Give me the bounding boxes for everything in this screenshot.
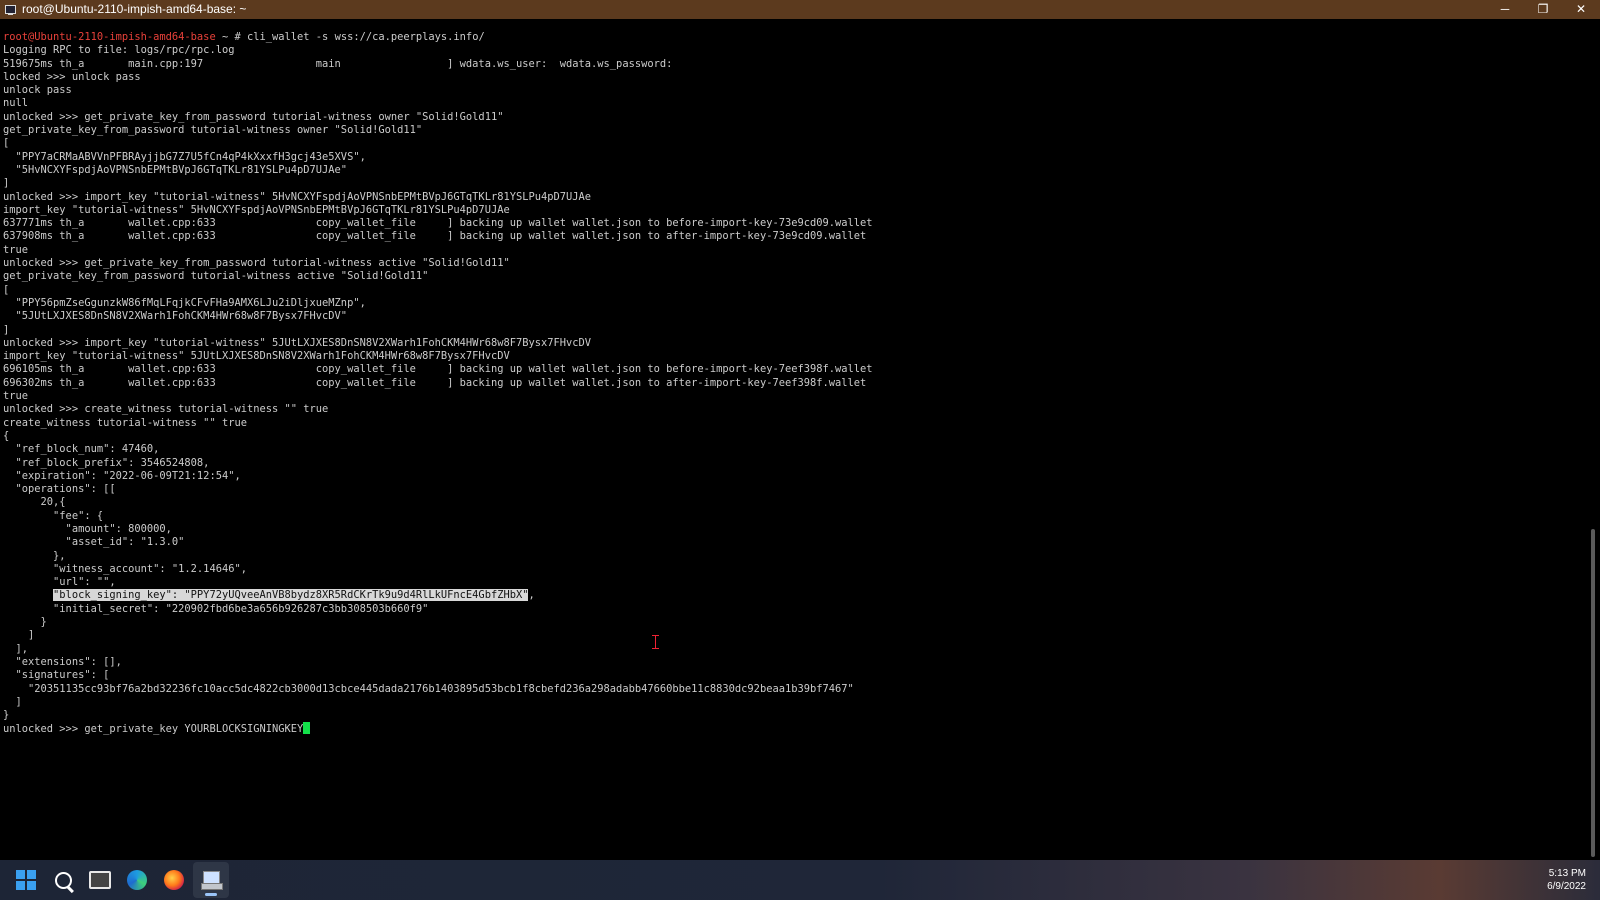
terminal-line: "operations": [[ [3, 483, 116, 496]
window-title: root@Ubuntu-2110-impish-amd64-base: ~ [22, 2, 247, 16]
current-command: unlocked >>> get_private_key YOURBLOCKSI… [3, 723, 304, 736]
terminal-line: ] [3, 629, 35, 642]
restore-button[interactable]: ❐ [1524, 0, 1562, 19]
search-icon[interactable] [45, 862, 81, 898]
terminal-scrollbar[interactable] [1586, 19, 1600, 860]
terminal-line: "asset_id": "1.3.0" [3, 536, 185, 549]
terminal-line: unlocked >>> get_private_key_from_passwo… [3, 257, 510, 270]
close-button[interactable]: ✕ [1562, 0, 1600, 19]
terminal-current-input-line[interactable]: unlocked >>> get_private_key YOURBLOCKSI… [3, 722, 873, 735]
terminal-line: 20,{ [3, 496, 66, 509]
prompt-command: cli_wallet -s wss://ca.peerplays.info/ [246, 31, 485, 43]
terminal-lines: root@Ubuntu-2110-impish-amd64-base ~ # c… [3, 31, 873, 736]
terminal-line: 696105ms th_a wallet.cpp:633 copy_wallet… [3, 363, 873, 376]
prompt-user-host: root@Ubuntu-2110-impish-amd64-base [3, 31, 216, 43]
terminal-output[interactable]: root@Ubuntu-2110-impish-amd64-base ~ # c… [0, 19, 1586, 860]
windows-start-icon[interactable] [8, 862, 44, 898]
clock-time: 5:13 PM [1548, 868, 1586, 879]
terminal-line: "5HvNCXYFspdjAoVPNSnbEPMtBVpJ6GTqTKLr81Y… [3, 163, 348, 176]
edge-icon[interactable] [119, 862, 155, 898]
selected-text[interactable]: "block_signing_key": "PPY72yUQveeAnVB8by… [53, 589, 529, 602]
terminal-line: import_key "tutorial-witness" 5JUtLXJXES… [3, 350, 510, 363]
terminal-line: ] [3, 323, 10, 336]
scrollbar-thumb[interactable] [1591, 529, 1595, 857]
terminal-line: "PPY7aCRMaABVVnPFBRAyjjbG7Z7U5fCn4qP4kXx… [3, 150, 366, 163]
terminal-line: unlocked >>> get_private_key_from_passwo… [3, 110, 504, 123]
terminal-line: ] [3, 695, 22, 708]
task-view-icon[interactable] [82, 862, 118, 898]
minimize-button[interactable]: ─ [1486, 0, 1524, 19]
mouse-ibeam-cursor [651, 635, 660, 649]
taskbar: 5:13 PM 6/9/2022 [0, 860, 1600, 900]
terminal-app-icon [4, 4, 16, 16]
putty-icon[interactable] [193, 862, 229, 898]
terminal-line: unlock pass [3, 84, 72, 97]
terminal-line: 696302ms th_a wallet.cpp:633 copy_wallet… [3, 376, 867, 389]
terminal-line: null [3, 97, 29, 110]
terminal-line: 637771ms th_a wallet.cpp:633 copy_wallet… [3, 217, 873, 230]
terminal-line: "extensions": [], [3, 655, 122, 668]
terminal-prompt-line: root@Ubuntu-2110-impish-amd64-base ~ # c… [3, 31, 873, 44]
window-titlebar[interactable]: root@Ubuntu-2110-impish-amd64-base: ~ ─ … [0, 0, 1600, 19]
terminal-line: "url": "", [3, 576, 116, 589]
terminal-line: Logging RPC to file: logs/rpc/rpc.log [3, 44, 235, 57]
terminal-line: "signatures": [ [3, 669, 110, 682]
terminal-line: } [3, 709, 10, 722]
text-cursor [303, 722, 311, 735]
terminal-line: unlocked >>> import_key "tutorial-witnes… [3, 190, 592, 203]
firefox-icon[interactable] [156, 862, 192, 898]
terminal-line: unlocked >>> import_key "tutorial-witnes… [3, 336, 592, 349]
terminal-line: import_key "tutorial-witness" 5HvNCXYFsp… [3, 203, 510, 216]
terminal-line: } [3, 616, 47, 629]
clock-date: 6/9/2022 [1547, 881, 1586, 892]
terminal-line: }, [3, 549, 66, 562]
terminal-line: [ [3, 137, 10, 150]
system-clock[interactable]: 5:13 PM 6/9/2022 [1547, 867, 1586, 893]
terminal-line: true [3, 390, 29, 403]
terminal-line: "ref_block_num": 47460, [3, 443, 160, 456]
terminal-line: "fee": { [3, 509, 104, 522]
terminal-line: get_private_key_from_password tutorial-w… [3, 270, 429, 283]
terminal-line: "ref_block_prefix": 3546524808, [3, 456, 210, 469]
terminal-line: create_witness tutorial-witness "" true [3, 416, 247, 429]
terminal-line: "initial_secret": "220902fbd6be3a656b926… [3, 602, 429, 615]
prompt-path: ~ # [215, 31, 247, 43]
terminal-line: [ [3, 283, 10, 296]
terminal-line: "5JUtLXJXES8DnSN8V2XWarh1FohCKM4HWr68w8F… [3, 310, 348, 323]
terminal-line: "expiration": "2022-06-09T21:12:54", [3, 469, 241, 482]
terminal-line: "PPY56pmZseGgunzkW86fMqLFqjkCFvFHa9AMX6L… [3, 296, 366, 309]
terminal-line: "witness_account": "1.2.14646", [3, 562, 247, 575]
terminal-line: 637908ms th_a wallet.cpp:633 copy_wallet… [3, 230, 867, 243]
terminal-line: unlocked >>> create_witness tutorial-wit… [3, 403, 329, 416]
terminal-line: ], [3, 642, 29, 655]
terminal-line: { [3, 429, 10, 442]
terminal-line-selected[interactable]: "block_signing_key": "PPY72yUQveeAnVB8by… [3, 589, 873, 602]
terminal-line: "20351135cc93bf76a2bd32236fc10acc5dc4822… [3, 682, 854, 695]
terminal-line: true [3, 243, 29, 256]
terminal-line: locked >>> unlock pass [3, 70, 141, 83]
terminal-line: get_private_key_from_password tutorial-w… [3, 124, 423, 137]
terminal-line: 519675ms th_a main.cpp:197 main ] wdata.… [3, 57, 673, 70]
terminal-line: "amount": 800000, [3, 522, 172, 535]
terminal-line: ] [3, 177, 10, 190]
